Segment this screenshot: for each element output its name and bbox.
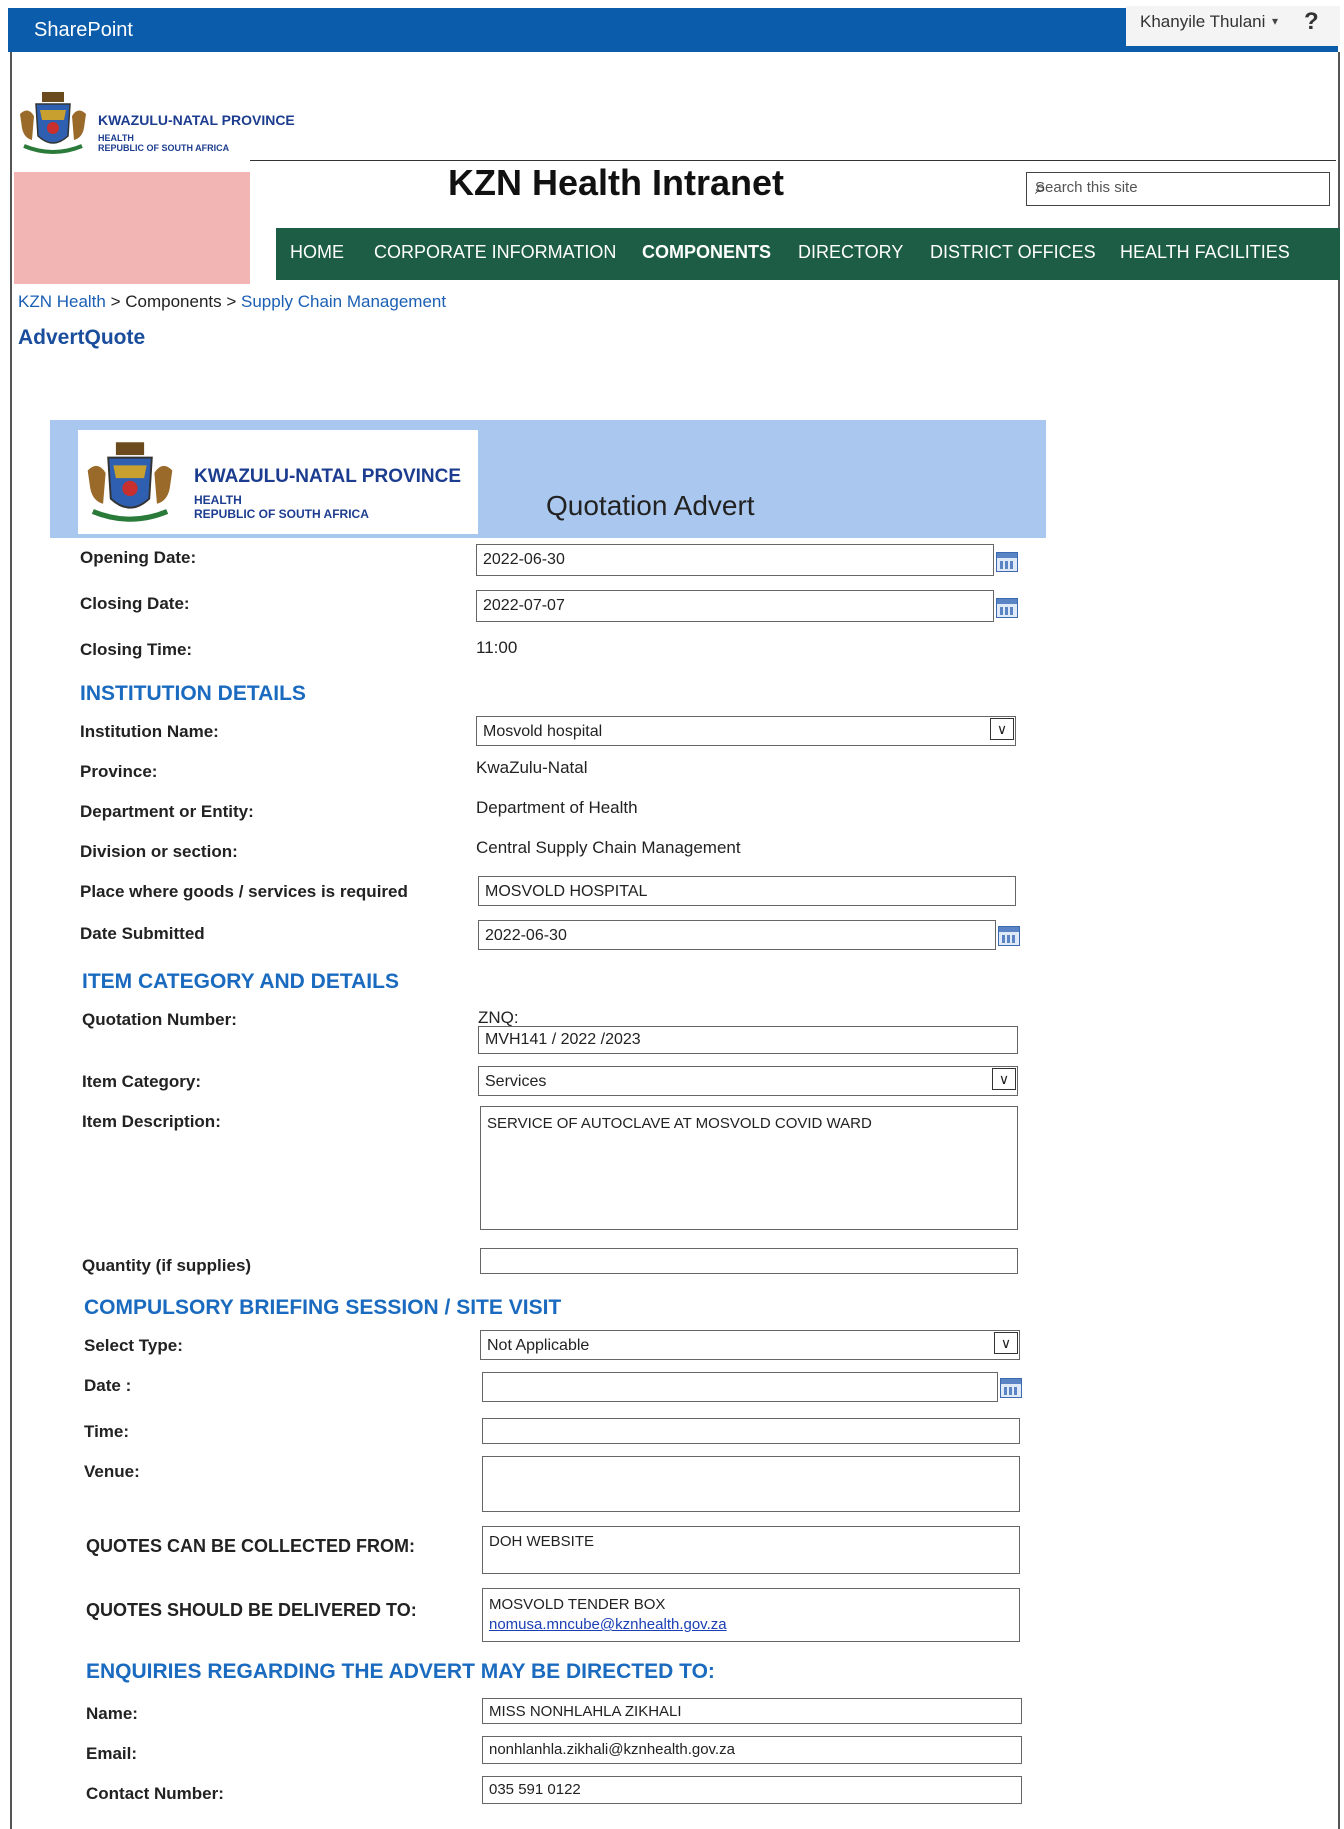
division-label: Division or section: (80, 842, 238, 861)
banner-country: REPUBLIC OF SOUTH AFRICA (194, 507, 369, 521)
venue-label: Venue: (84, 1462, 140, 1481)
nav-components[interactable]: COMPONENTS (642, 242, 771, 263)
province-name: KWAZULU-NATAL PROVINCE (98, 112, 295, 128)
place-field[interactable]: MOSVOLD HOSPITAL (478, 876, 1016, 906)
closing-date-label: Closing Date: (80, 594, 190, 613)
item-category-select[interactable]: Services (478, 1066, 1018, 1096)
quotation-number-field[interactable]: MVH141 / 2022 /2023 (478, 1026, 1018, 1054)
breadcrumb-separator: > (221, 292, 242, 311)
department-label: Department or Entity: (80, 802, 254, 821)
breadcrumb-supply-chain[interactable]: Supply Chain Management (241, 292, 446, 311)
institution-name-label: Institution Name: (80, 722, 219, 741)
place-label: Place where goods / services is required (80, 882, 408, 901)
section-briefing-session: COMPULSORY BRIEFING SESSION / SITE VISIT (84, 1296, 562, 1319)
nav-corporate-information[interactable]: CORPORATE INFORMATION (374, 242, 616, 263)
help-icon[interactable]: ? (1304, 8, 1319, 36)
delivered-email-link[interactable]: nomusa.mncube@kznhealth.gov.za (489, 1615, 1013, 1635)
quotes-collected-field[interactable]: DOH WEBSITE (482, 1526, 1020, 1574)
chevron-down-icon[interactable]: ∨ (994, 1332, 1018, 1354)
section-institution-details: INSTITUTION DETAILS (80, 682, 306, 705)
division-value: Central Supply Chain Management (476, 838, 741, 857)
calendar-icon[interactable] (996, 598, 1018, 618)
contact-name-label: Name: (86, 1704, 138, 1723)
search-input[interactable]: Search this site ⌕ (1026, 172, 1330, 206)
quotes-collected-label: QUOTES CAN BE COLLECTED FROM: (86, 1536, 415, 1556)
briefing-date-field[interactable] (482, 1372, 998, 1402)
email-field[interactable]: nonhlanhla.zikhali@kznhealth.gov.za (482, 1736, 1022, 1764)
opening-date-field[interactable]: 2022-06-30 (476, 544, 994, 576)
page-title: AdvertQuote (18, 326, 146, 349)
item-category-label: Item Category: (82, 1072, 202, 1091)
province-label: Province: (80, 762, 158, 781)
nav-directory[interactable]: DIRECTORY (798, 242, 903, 263)
quotes-delivered-label: QUOTES SHOULD BE DELIVERED TO: (86, 1600, 417, 1620)
nav-health-facilities[interactable]: HEALTH FACILITIES (1120, 242, 1290, 263)
nav-district-offices[interactable]: DISTRICT OFFICES (930, 242, 1096, 263)
item-description-field[interactable]: SERVICE OF AUTOCLAVE AT MOSVOLD COVID WA… (480, 1106, 1018, 1230)
venue-field[interactable] (482, 1456, 1020, 1512)
logo-country: REPUBLIC OF SOUTH AFRICA (98, 143, 230, 153)
delivered-line: MOSVOLD TENDER BOX (489, 1596, 666, 1613)
user-menu[interactable]: Khanyile Thulani ▾ ? (1126, 6, 1340, 46)
coat-of-arms-icon (20, 92, 86, 154)
item-description-label: Item Description: (82, 1112, 221, 1131)
chevron-down-icon[interactable]: ∨ (990, 718, 1014, 740)
coat-of-arms-icon (87, 442, 173, 522)
opening-date-label: Opening Date: (80, 548, 197, 567)
calendar-icon[interactable] (996, 552, 1018, 572)
sharepoint-brand[interactable]: SharePoint (34, 19, 133, 42)
breadcrumb-separator: > (105, 292, 126, 311)
quotation-prefix: ZNQ: (478, 1008, 519, 1027)
quotes-delivered-field[interactable]: MOSVOLD TENDER BOX nomusa.mncube@kznheal… (482, 1588, 1020, 1642)
section-item-category: ITEM CATEGORY AND DETAILS (82, 970, 399, 993)
closing-time-label: Closing Time: (80, 640, 193, 659)
select-type-label: Select Type: (84, 1336, 183, 1355)
banner-province-name: KWAZULU-NATAL PROVINCE (194, 466, 462, 487)
section-enquiries: ENQUIRIES REGARDING THE ADVERT MAY BE DI… (86, 1660, 715, 1683)
closing-time-value: 11:00 (476, 638, 518, 657)
search-icon[interactable]: ⌕ (1035, 177, 1321, 200)
contact-name-field[interactable]: MISS NONHLAHLA ZIKHALI (482, 1698, 1022, 1724)
briefing-date-label: Date : (84, 1376, 132, 1395)
breadcrumb-components[interactable]: Components (125, 292, 221, 311)
banner-health: HEALTH (194, 493, 242, 507)
breadcrumb-kzn-health[interactable]: KZN Health (18, 292, 106, 311)
calendar-icon[interactable] (998, 926, 1020, 946)
banner-logo: KWAZULU-NATAL PROVINCE HEALTH REPUBLIC O… (78, 430, 478, 534)
briefing-time-label: Time: (84, 1422, 130, 1441)
contact-number-field[interactable]: 035 591 0122 (482, 1776, 1022, 1804)
page-frame-left (10, 52, 12, 1829)
date-submitted-field[interactable]: 2022-06-30 (478, 920, 996, 950)
department-value: Department of Health (476, 798, 638, 817)
form-title: Quotation Advert (546, 490, 755, 521)
contact-number-label: Contact Number: (86, 1784, 224, 1803)
chevron-down-icon[interactable]: ∨ (992, 1068, 1016, 1090)
breadcrumb: KZN Health > Components > Supply Chain M… (18, 292, 446, 312)
redacted-block (14, 172, 250, 284)
nav-home[interactable]: HOME (290, 242, 344, 263)
briefing-time-field[interactable] (482, 1418, 1020, 1444)
select-type-select[interactable]: Not Applicable (480, 1330, 1020, 1360)
closing-date-field[interactable]: 2022-07-07 (476, 590, 994, 622)
user-name[interactable]: Khanyile Thulani (1140, 12, 1265, 32)
quotation-number-label: Quotation Number: (82, 1010, 237, 1029)
page-frame-right (1338, 52, 1340, 1829)
chevron-down-icon[interactable]: ▾ (1272, 14, 1278, 28)
global-nav: HOME CORPORATE INFORMATION COMPONENTS DI… (276, 228, 1340, 280)
site-title[interactable]: KZN Health Intranet (448, 162, 784, 204)
quantity-label: Quantity (if supplies) (82, 1256, 252, 1275)
email-label: Email: (86, 1744, 138, 1763)
header-divider (250, 160, 1336, 161)
quantity-field[interactable] (480, 1248, 1018, 1274)
date-submitted-label: Date Submitted (80, 924, 205, 943)
calendar-icon[interactable] (1000, 1378, 1022, 1398)
province-value: KwaZulu-Natal (476, 758, 588, 777)
institution-name-select[interactable]: Mosvold hospital (476, 716, 1016, 746)
